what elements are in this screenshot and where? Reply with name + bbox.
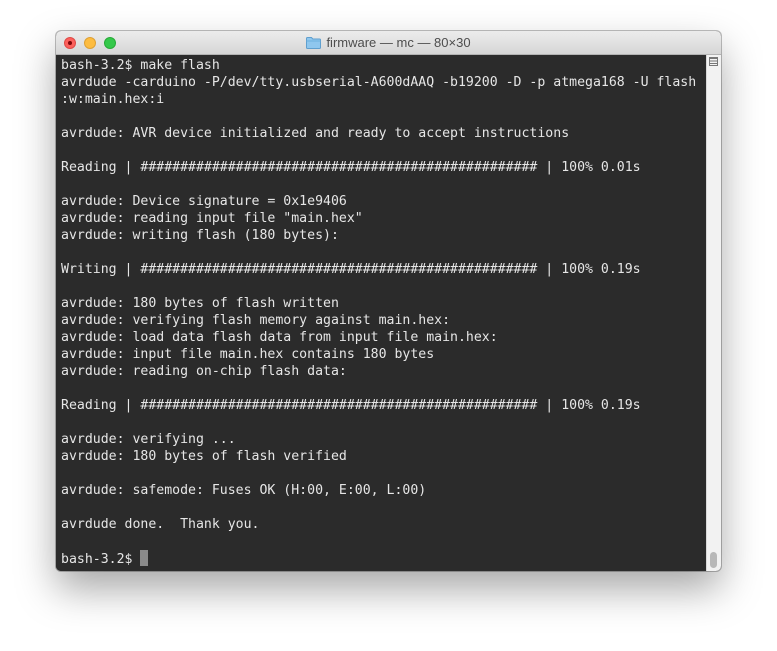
window-title-area: firmware — mc — 80×30 xyxy=(56,31,721,54)
terminal-line: Reading | ##############################… xyxy=(61,398,641,413)
terminal-line: avrdude: AVR device initialized and read… xyxy=(61,126,570,141)
title-bar[interactable]: firmware — mc — 80×30 xyxy=(56,31,721,55)
terminal-line: :w:main.hex:i xyxy=(61,92,165,107)
terminal-line: avrdude: 180 bytes of flash written xyxy=(61,296,339,311)
terminal-line: avrdude: Device signature = 0x1e9406 xyxy=(61,194,347,209)
terminal-line: avrdude: input file main.hex contains 18… xyxy=(61,347,435,362)
window-title: firmware — mc — 80×30 xyxy=(326,35,471,50)
text-cursor xyxy=(140,550,149,566)
terminal-line: avrdude: safemode: Fuses OK (H:00, E:00,… xyxy=(61,483,427,498)
terminal-output[interactable]: bash-3.2$ make flash avrdude -carduino -P… xyxy=(56,55,707,571)
prompt-line[interactable]: bash-3.2$ xyxy=(61,550,696,567)
terminal-line: Reading | ##############################… xyxy=(61,160,641,175)
terminal-line: Writing | ##############################… xyxy=(61,262,641,277)
terminal-line: avrdude done. Thank you. xyxy=(61,517,260,532)
terminal-line: avrdude: reading input file "main.hex" xyxy=(61,211,363,226)
terminal-line: avrdude: writing flash (180 bytes): xyxy=(61,228,339,243)
terminal-text: bash-3.2$ make flash avrdude -carduino -P… xyxy=(61,57,696,567)
terminal-line: bash-3.2$ make flash xyxy=(61,58,220,73)
terminal-line: avrdude: verifying ... xyxy=(61,432,236,447)
terminal-window: firmware — mc — 80×30 bash-3.2$ make fla… xyxy=(56,31,721,571)
vertical-scrollbar[interactable] xyxy=(706,55,721,571)
terminal-line: avrdude -carduino -P/dev/tty.usbserial-A… xyxy=(61,75,697,90)
terminal-line: avrdude: 180 bytes of flash verified xyxy=(61,449,347,464)
folder-icon xyxy=(306,36,322,49)
terminal-line: avrdude: verifying flash memory against … xyxy=(61,313,451,328)
terminal-line: avrdude: reading on-chip flash data: xyxy=(61,364,347,379)
shell-prompt: bash-3.2$ xyxy=(61,552,141,567)
scrollback-menu-icon[interactable] xyxy=(709,57,718,66)
terminal-line: avrdude: load data flash data from input… xyxy=(61,330,498,345)
scrollbar-thumb[interactable] xyxy=(710,552,717,568)
